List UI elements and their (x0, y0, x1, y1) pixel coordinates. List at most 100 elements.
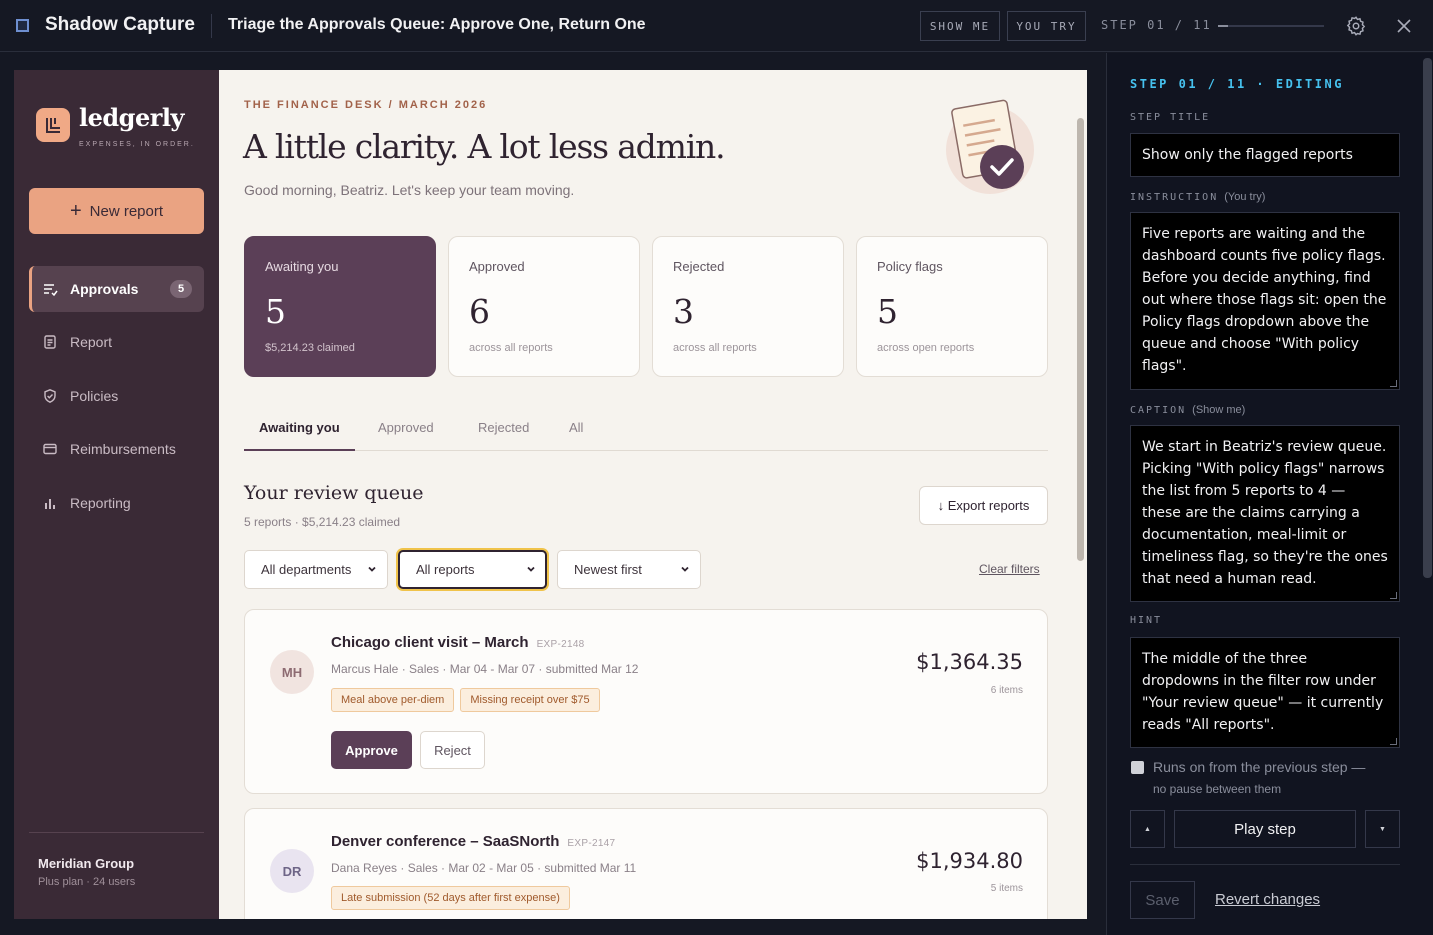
tutorial-title: Triage the Approvals Queue: Approve One,… (228, 16, 646, 33)
sidebar-item-label: Reporting (70, 495, 131, 511)
sidebar-item-policies[interactable]: Policies (29, 373, 204, 419)
report-card[interactable]: DR Denver conference – SaaSNorth EXP-2147… (244, 808, 1048, 919)
stat-sub: across open reports (877, 342, 975, 354)
brand-name: ledgerly (79, 103, 184, 132)
stat-label: Awaiting you (265, 259, 339, 274)
stat-awaiting[interactable]: Awaiting you 5 $5,214.23 claimed (244, 236, 436, 377)
caption-label: CAPTION (Show me) (1130, 404, 1245, 416)
app-screen: ledgerly EXPENSES, IN ORDER. + New repor… (14, 70, 1087, 919)
stat-policy-flags[interactable]: Policy flags 5 across open reports (856, 236, 1048, 377)
runs-on-checkbox[interactable] (1131, 761, 1144, 774)
report-item-count: 6 items (990, 685, 1023, 696)
avatar: MH (270, 650, 314, 694)
tab-all[interactable]: All (569, 420, 583, 435)
main-content: THE FINANCE DESK / MARCH 2026 A little c… (219, 70, 1087, 919)
resize-handle[interactable] (1390, 592, 1397, 599)
report-title-text: Chicago client visit – March (331, 634, 529, 651)
resize-handle[interactable] (1390, 738, 1397, 745)
approve-button[interactable]: Approve (331, 731, 412, 769)
queue-title: Your review queue (244, 482, 424, 504)
step-progress-bar (1218, 25, 1324, 27)
resize-handle[interactable] (1390, 380, 1397, 387)
approvals-count-badge: 5 (170, 280, 192, 298)
save-button[interactable]: Save (1130, 881, 1195, 919)
export-reports-button[interactable]: ↓ Export reports (919, 486, 1048, 525)
sidebar-item-label: Report (70, 334, 113, 350)
policy-flag-badge: Late submission (52 days after first exp… (331, 886, 570, 910)
sort-select[interactable]: Newest first (557, 550, 701, 589)
reject-button[interactable]: Reject (420, 731, 485, 769)
caption-mode: (Show me) (1192, 404, 1246, 416)
clear-filters-link[interactable]: Clear filters (979, 562, 1040, 576)
sidebar-item-approvals[interactable]: Approvals 5 (29, 266, 204, 312)
caption-label-text: CAPTION (1130, 405, 1187, 416)
policy-flags: Meal above per-diem Missing receipt over … (331, 688, 606, 712)
chevron-down-icon (368, 566, 376, 572)
show-me-button[interactable]: SHOW ME (920, 11, 1000, 41)
panel-divider (1130, 864, 1400, 865)
report-card[interactable]: MH Chicago client visit – March EXP-2148 … (244, 609, 1048, 794)
panel-scrollbar-thumb[interactable] (1423, 58, 1432, 578)
new-report-button[interactable]: + New report (29, 188, 204, 234)
step-editor-panel: STEP 01 / 11 · EDITING STEP TITLE Show o… (1106, 53, 1433, 935)
report-title-text: Denver conference – SaaSNorth (331, 833, 560, 850)
sidebar-item-reporting[interactable]: Reporting (29, 480, 204, 526)
tab-approved[interactable]: Approved (378, 420, 434, 435)
hint-text: The middle of the three dropdowns in the… (1142, 651, 1384, 733)
step-counter: STEP 01 / 11 (1101, 18, 1212, 32)
greeting: Good morning, Beatriz. Let's keep your t… (244, 182, 575, 198)
runs-on-label: Runs on from the previous step — (1153, 759, 1366, 775)
sidebar-item-label: Approvals (70, 281, 139, 297)
step-title-input[interactable]: Show only the flagged reports (1130, 133, 1400, 177)
report-title: Denver conference – SaaSNorth EXP-2147 (331, 833, 615, 850)
stat-value: 5 (265, 292, 286, 331)
you-try-button[interactable]: YOU TRY (1007, 11, 1086, 41)
caption-text: We start in Beatriz's review queue. Pick… (1142, 439, 1388, 587)
sort-select-value: Newest first (574, 562, 642, 577)
stat-value: 5 (877, 292, 898, 331)
active-tab-indicator (244, 449, 355, 451)
policy-flags-select-value: All reports (416, 562, 475, 577)
app-name: Shadow Capture (45, 14, 195, 35)
report-amount: $1,934.80 (916, 849, 1023, 873)
tab-awaiting-you[interactable]: Awaiting you (259, 420, 340, 435)
stat-value: 3 (673, 292, 694, 331)
sidebar-item-reimbursements[interactable]: Reimbursements (29, 426, 204, 472)
app-scrollbar-thumb[interactable] (1077, 118, 1084, 561)
report-amount: $1,364.35 (916, 650, 1023, 674)
sidebar: ledgerly EXPENSES, IN ORDER. + New repor… (14, 70, 219, 919)
close-icon[interactable] (1396, 15, 1412, 37)
stat-rejected[interactable]: Rejected 3 across all reports (652, 236, 844, 377)
revert-changes-link[interactable]: Revert changes (1215, 891, 1320, 908)
play-step-button[interactable]: Play step (1174, 810, 1356, 848)
step-title-label: STEP TITLE (1130, 112, 1211, 123)
hint-textarea[interactable]: The middle of the three dropdowns in the… (1130, 637, 1400, 748)
document-icon (44, 335, 56, 349)
move-step-up-button[interactable]: ▲ (1130, 810, 1165, 848)
caption-textarea[interactable]: We start in Beatriz's review queue. Pick… (1130, 425, 1400, 602)
instruction-mode: (You try) (1224, 191, 1266, 203)
queue-summary: 5 reports · $5,214.23 claimed (244, 515, 401, 529)
step-progress-fill (1218, 25, 1228, 27)
policy-flags: Late submission (52 days after first exp… (331, 886, 576, 910)
shield-check-icon (44, 389, 56, 403)
report-id: EXP-2147 (567, 838, 616, 849)
sidebar-divider (29, 832, 204, 833)
report-title: Chicago client visit – March EXP-2148 (331, 634, 585, 651)
department-select[interactable]: All departments (244, 550, 388, 589)
instruction-textarea[interactable]: Five reports are waiting and the dashboa… (1130, 212, 1400, 390)
move-step-down-button[interactable]: ▼ (1365, 810, 1400, 848)
stat-approved[interactable]: Approved 6 across all reports (448, 236, 640, 377)
tab-rejected[interactable]: Rejected (478, 420, 529, 435)
report-id: EXP-2148 (536, 639, 585, 650)
settings-gear-icon[interactable] (1345, 15, 1367, 37)
policy-flags-select[interactable]: All reports (398, 550, 547, 589)
org-name[interactable]: Meridian Group (38, 856, 134, 871)
hint-label: HINT (1130, 615, 1163, 626)
chevron-down-icon (681, 566, 689, 572)
report-meta: Marcus Hale · Sales · Mar 04 - Mar 07 · … (331, 662, 639, 676)
instruction-text: Five reports are waiting and the dashboa… (1142, 226, 1387, 374)
report-item-count: 5 items (990, 883, 1023, 894)
sidebar-item-report[interactable]: Report (29, 319, 204, 365)
title-divider (211, 14, 212, 38)
